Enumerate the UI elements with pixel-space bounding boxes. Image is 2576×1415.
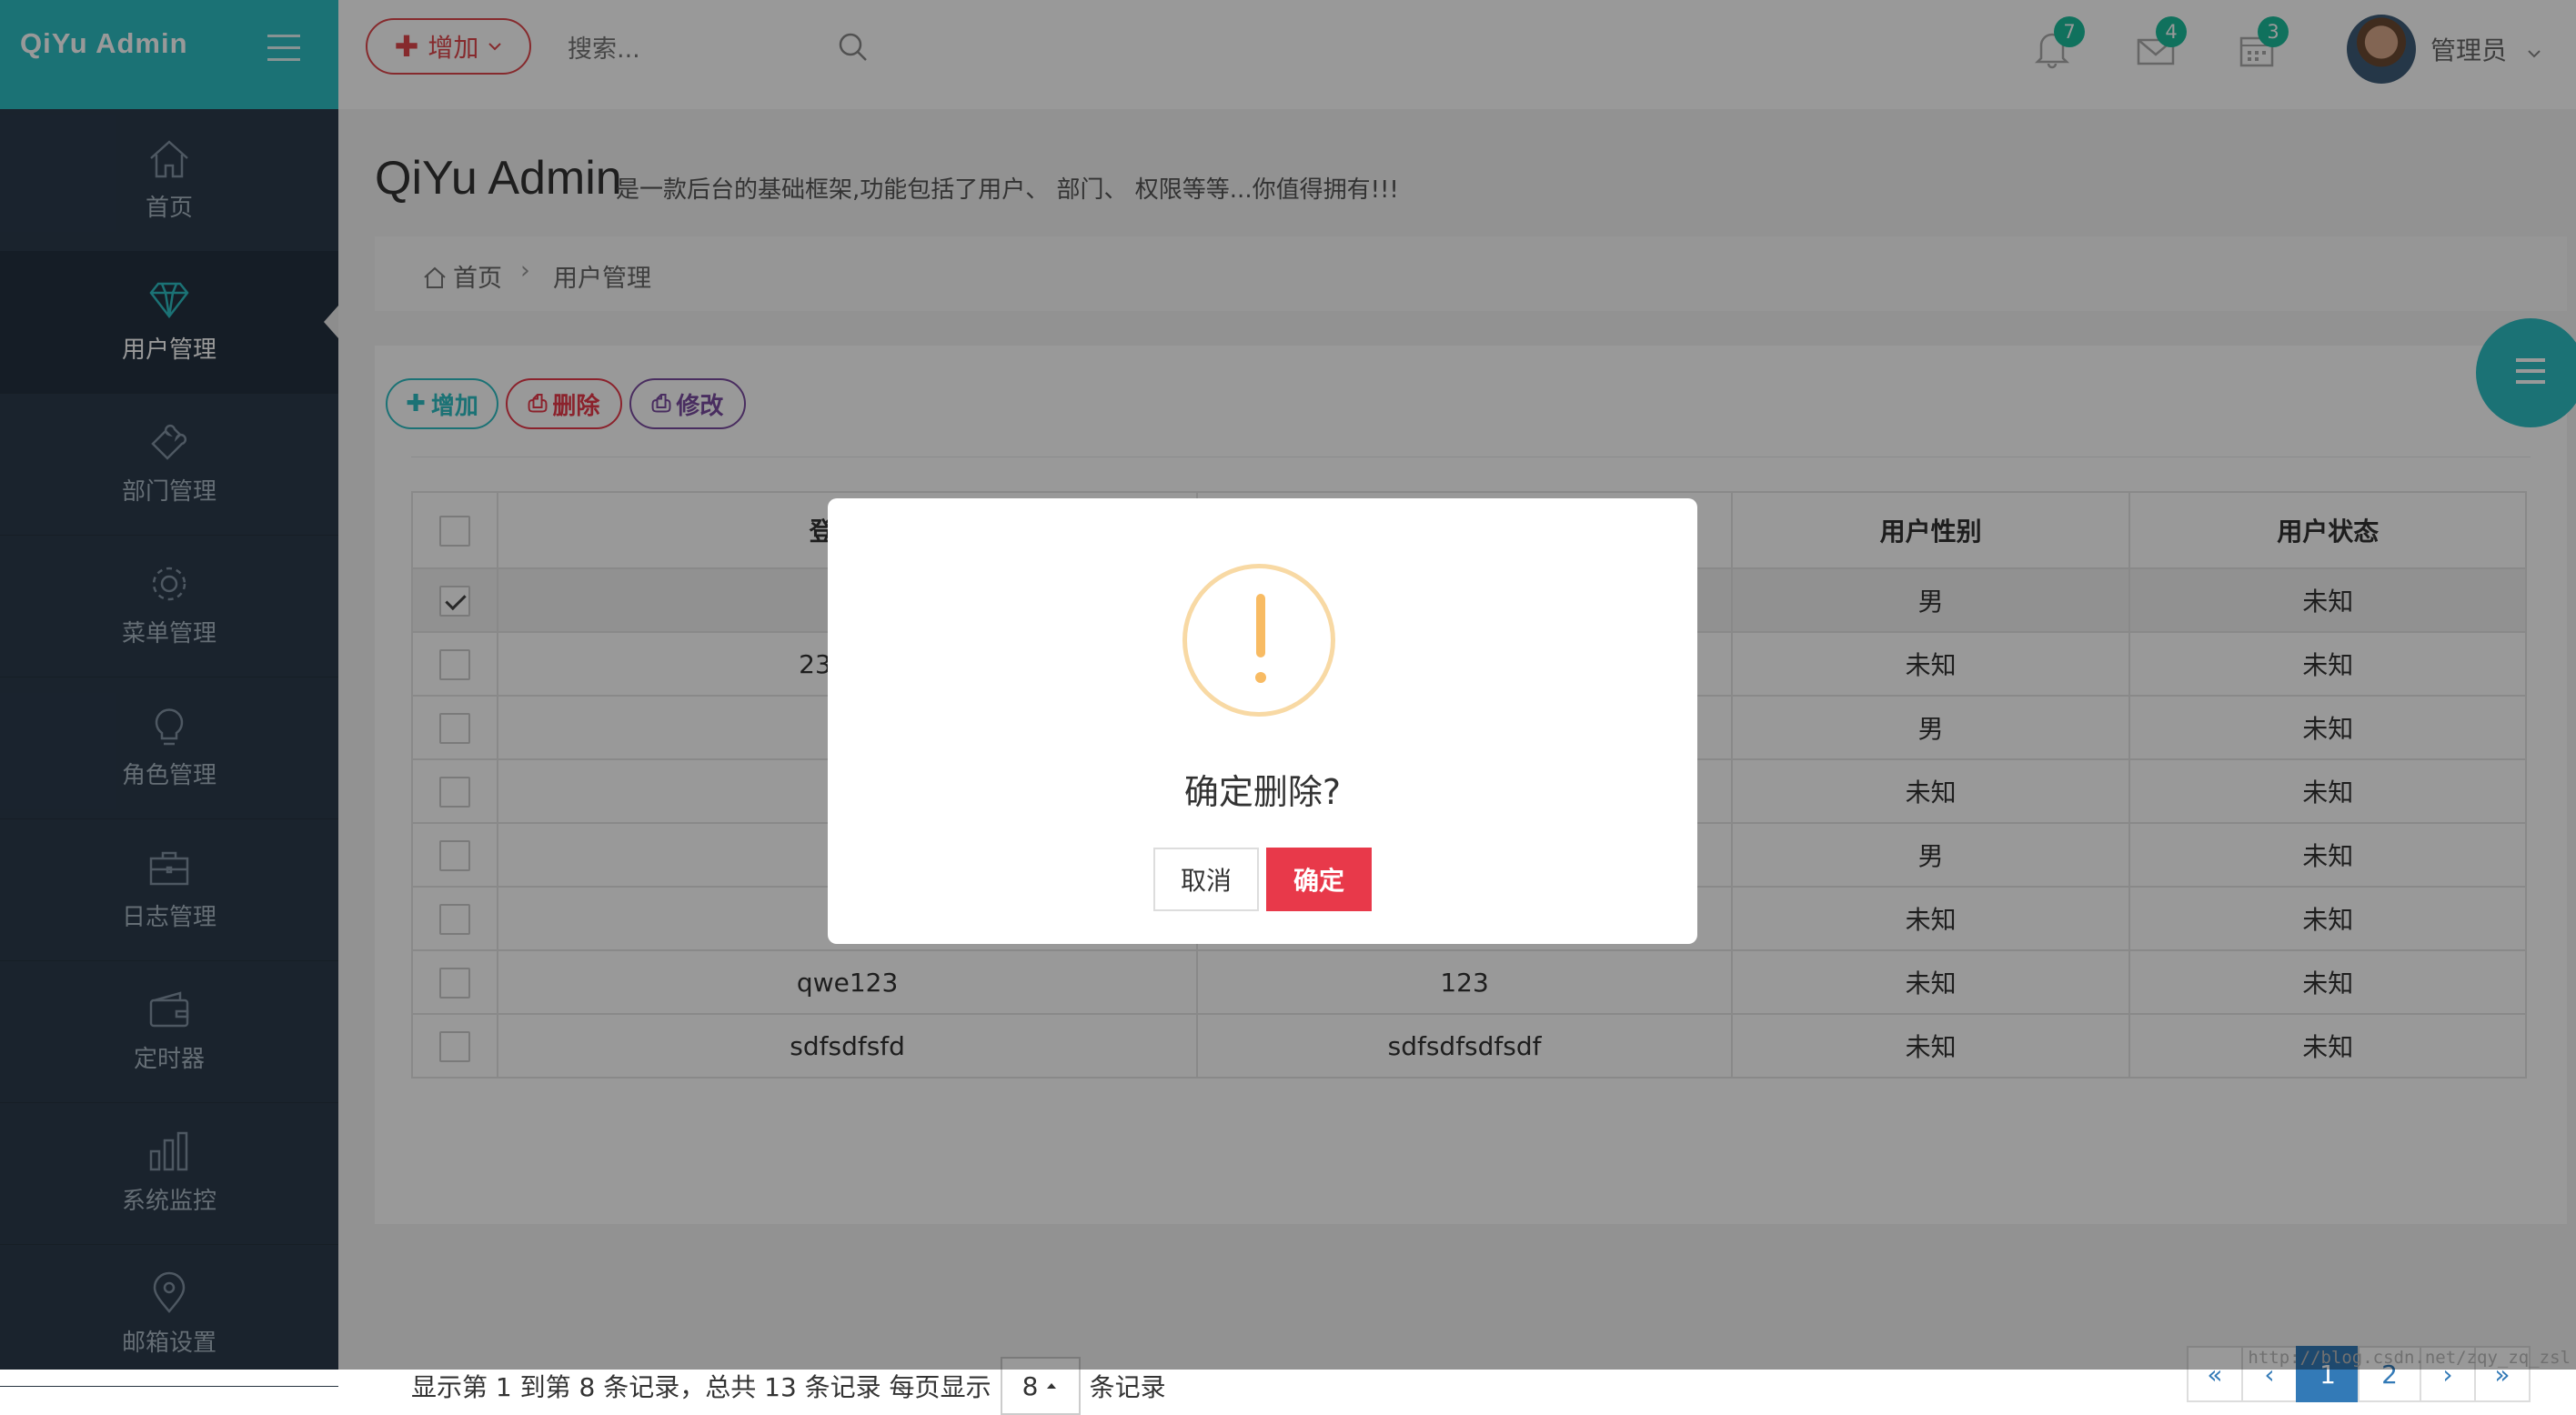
confirm-delete-dialog: 确定删除? 取消 确定 bbox=[828, 498, 1697, 944]
pagination-info-text: 显示第 1 到第 8 条记录，总共 13 条记录 每页显示 bbox=[411, 1372, 991, 1402]
page-size-value: 8 bbox=[1021, 1370, 1039, 1401]
caret-up-icon bbox=[1047, 1383, 1057, 1389]
warning-icon bbox=[1182, 564, 1335, 717]
cancel-button[interactable]: 取消 bbox=[1153, 848, 1259, 911]
dialog-title: 确定删除? bbox=[1183, 772, 1342, 812]
confirm-button[interactable]: 确定 bbox=[1266, 848, 1372, 911]
pagination-info-suffix: 条记录 bbox=[1089, 1372, 1166, 1402]
